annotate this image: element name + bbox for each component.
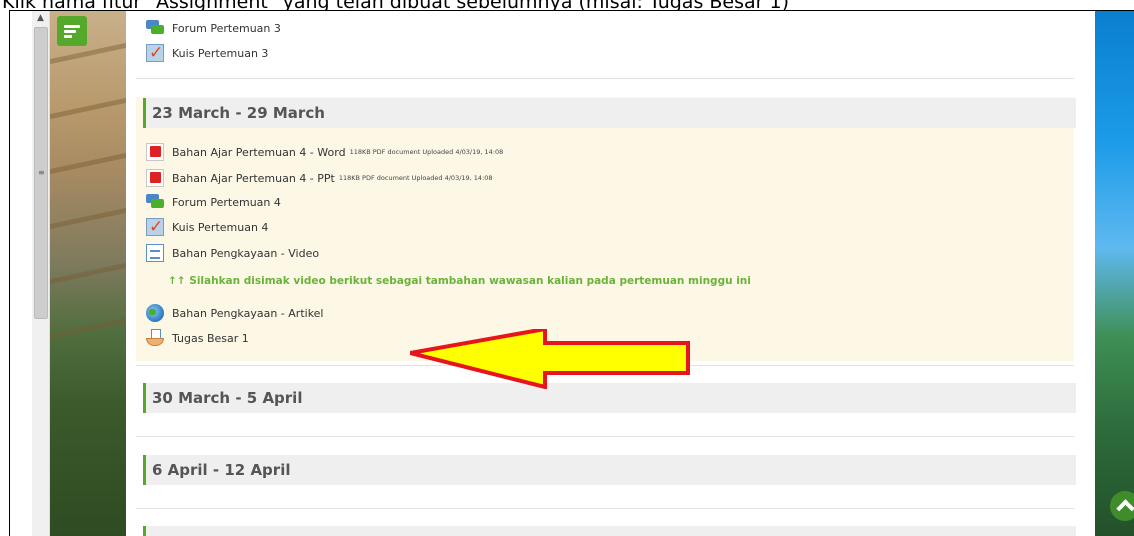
activity-link[interactable]: Bahan Ajar Pertemuan 4 - PPt	[172, 172, 335, 185]
file-meta: 118KB PDF document Uploaded 4/03/19, 14:…	[338, 174, 493, 182]
page-icon	[146, 244, 164, 262]
section-title[interactable]: 6 April - 12 April	[152, 461, 290, 479]
activity-link[interactable]: Tugas Besar 1	[172, 332, 249, 345]
section-divider	[136, 436, 1074, 437]
scroll-to-top-icon[interactable]	[1110, 491, 1134, 521]
activity-bahan-pengkayaan-video[interactable]: Bahan Pengkayaan - Video	[146, 242, 319, 264]
activity-kuis-pertemuan-3[interactable]: ✓ Kuis Pertemuan 3	[146, 42, 268, 64]
forum-icon	[146, 19, 164, 37]
browser-viewport: ▲ ≡ Forum Pertemuan 3 ✓ Kuis Pertemuan 3…	[9, 10, 1134, 536]
activity-kuis-pertemuan-4[interactable]: ✓ Kuis Pertemuan 4	[146, 216, 268, 238]
forum-icon	[146, 193, 164, 211]
activity-link[interactable]: Bahan Pengkayaan - Video	[172, 247, 319, 260]
activity-forum-pertemuan-3[interactable]: Forum Pertemuan 3	[146, 17, 281, 39]
activity-forum-pertemuan-4[interactable]: Forum Pertemuan 4	[146, 191, 281, 213]
activity-bahan-ajar-ppt[interactable]: Bahan Ajar Pertemuan 4 - PPt 118KB PDF d…	[146, 167, 493, 189]
section-title: 23 March - 29 March	[152, 104, 325, 122]
activity-link[interactable]: Forum Pertemuan 3	[172, 22, 281, 35]
annotation-arrow-icon	[410, 329, 690, 389]
section-divider	[136, 78, 1074, 79]
url-icon	[146, 304, 164, 322]
vertical-scrollbar[interactable]: ▲ ≡	[32, 11, 50, 536]
section-header: 23 March - 29 March	[143, 98, 1076, 128]
section-header[interactable]: 6 April - 12 April	[143, 455, 1076, 485]
scroll-thumb[interactable]: ≡	[34, 27, 48, 319]
activity-link[interactable]: Kuis Pertemuan 3	[172, 47, 268, 60]
section-title[interactable]: 30 March - 5 April	[152, 389, 302, 407]
section-note: ↑↑ Silahkan disimak video berikut sebaga…	[168, 275, 751, 287]
background-photo-right	[1095, 11, 1134, 536]
pdf-icon	[146, 143, 164, 161]
activity-link[interactable]: Kuis Pertemuan 4	[172, 221, 268, 234]
file-meta: 118KB PDF document Uploaded 4/03/19, 14:…	[349, 148, 504, 156]
activity-link[interactable]: Bahan Ajar Pertemuan 4 - Word	[172, 146, 346, 159]
assignment-icon	[146, 329, 164, 347]
activity-link[interactable]: Forum Pertemuan 4	[172, 196, 281, 209]
course-menu-button[interactable]	[57, 16, 87, 46]
course-content: Forum Pertemuan 3 ✓ Kuis Pertemuan 3 23 …	[126, 11, 1095, 536]
activity-bahan-ajar-word[interactable]: Bahan Ajar Pertemuan 4 - Word 118KB PDF …	[146, 141, 503, 163]
activity-bahan-pengkayaan-artikel[interactable]: Bahan Pengkayaan - Artikel	[146, 302, 324, 324]
activity-link[interactable]: Bahan Pengkayaan - Artikel	[172, 307, 324, 320]
section-divider	[136, 508, 1074, 509]
quiz-icon: ✓	[146, 44, 164, 62]
quiz-icon: ✓	[146, 218, 164, 236]
background-photo-left	[50, 11, 126, 536]
pdf-icon	[146, 169, 164, 187]
activity-tugas-besar-1[interactable]: Tugas Besar 1	[146, 327, 249, 349]
scroll-up-arrow-icon[interactable]: ▲	[32, 11, 49, 25]
